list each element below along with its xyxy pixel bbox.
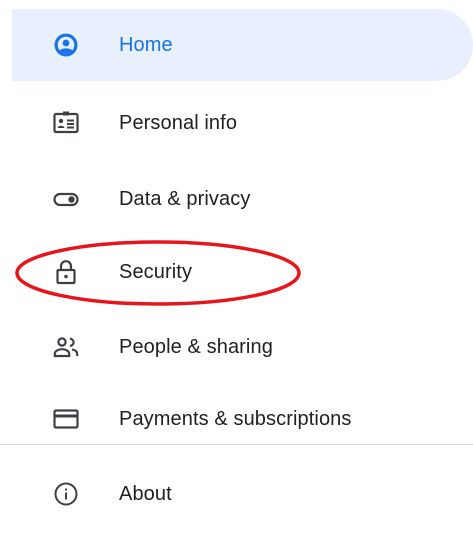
- toggle-icon: [52, 185, 80, 213]
- people-icon: [52, 333, 80, 361]
- info-icon: [52, 480, 80, 508]
- sidebar-item-label: People & sharing: [119, 335, 273, 358]
- sidebar-item-security[interactable]: Security: [12, 236, 473, 308]
- sidebar-item-home[interactable]: Home: [12, 9, 473, 81]
- lock-icon: [52, 258, 80, 286]
- sidebar-item-about[interactable]: About: [12, 458, 473, 530]
- divider: [0, 444, 473, 445]
- sidebar-item-people-sharing[interactable]: People & sharing: [12, 311, 473, 383]
- credit-card-icon: [52, 405, 80, 433]
- account-circle-icon: [52, 31, 80, 59]
- sidebar-item-label: Data & privacy: [119, 187, 251, 210]
- sidebar-item-label: Personal info: [119, 111, 238, 134]
- sidebar-item-personal-info[interactable]: Personal info: [12, 87, 473, 159]
- sidebar-item-label: Security: [119, 260, 193, 283]
- sidebar-nav: Home Personal info Data & privacy Securi…: [0, 0, 473, 539]
- id-card-icon: [52, 109, 80, 137]
- sidebar-item-label: Payments & subscriptions: [119, 407, 352, 430]
- sidebar-item-label: Home: [119, 33, 173, 56]
- sidebar-item-label: About: [119, 482, 172, 505]
- sidebar-item-data-privacy[interactable]: Data & privacy: [12, 163, 473, 235]
